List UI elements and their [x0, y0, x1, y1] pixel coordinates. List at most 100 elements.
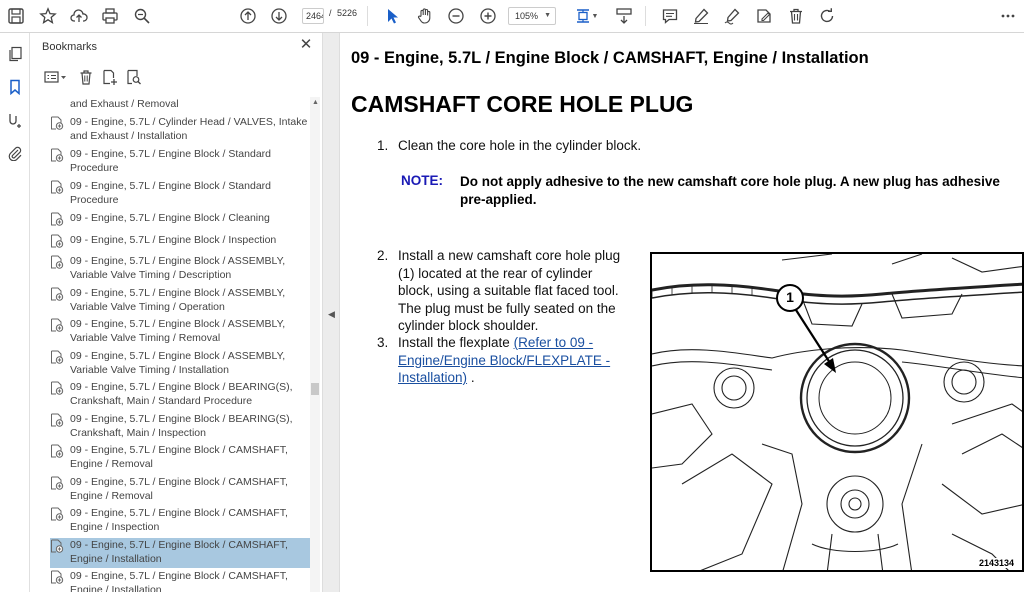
- bookmark-item[interactable]: 09 - Engine, 5.7L / Engine Block / CAMSH…: [50, 538, 310, 568]
- paperclip-icon[interactable]: [4, 142, 26, 164]
- bookmark-item[interactable]: 09 - Engine, 5.7L / Engine Block / CAMSH…: [50, 569, 310, 592]
- camshaft-plug-illustration: 1 2143134: [650, 252, 1024, 572]
- bookmark-page-icon: [50, 287, 64, 301]
- scrollbar-thumb[interactable]: [311, 383, 319, 395]
- highlight-pen-icon[interactable]: [690, 5, 712, 27]
- bookmark-label: 09 - Engine, 5.7L / Engine Block / Stand…: [70, 180, 271, 206]
- next-page-icon[interactable]: [268, 5, 290, 27]
- bookmark-item[interactable]: 09 - Engine, 5.7L / Engine Block / Stand…: [50, 147, 310, 177]
- cloud-upload-icon[interactable]: [68, 5, 90, 27]
- bookmark-label: 09 - Engine, 5.7L / Engine Block / ASSEM…: [70, 318, 286, 344]
- hand-tool-icon[interactable]: [414, 5, 436, 27]
- figure-id: 2143134: [976, 558, 1016, 568]
- step-number: 2.: [377, 248, 389, 263]
- close-icon[interactable]: ✕: [298, 37, 314, 53]
- bookmarks-panel: Bookmarks ✕ and Exhaust / Removal 09 - En…: [30, 33, 322, 592]
- attachment-link-icon[interactable]: [4, 109, 26, 131]
- delete-bookmark-icon[interactable]: [76, 67, 96, 87]
- bookmark-label: 09 - Engine, 5.7L / Engine Block / Clean…: [70, 212, 270, 224]
- bookmark-label: 09 - Engine, 5.7L / Engine Block / Inspe…: [70, 234, 277, 246]
- bookmark-page-icon: [50, 234, 64, 248]
- note-text: Do not apply adhesive to the new camshaf…: [460, 174, 1000, 207]
- flexplate-link[interactable]: Engine/Engine Block/FLEXPLATE -: [398, 353, 610, 368]
- bookmark-page-icon: [50, 212, 64, 226]
- fill-sign-icon[interactable]: [753, 5, 775, 27]
- bookmark-item[interactable]: 09 - Engine, 5.7L / Engine Block / ASSEM…: [50, 286, 310, 316]
- step-text: Install the flexplate (Refer to 09 - Eng…: [398, 334, 658, 387]
- print-icon[interactable]: [99, 5, 121, 27]
- step-number: 3.: [377, 335, 389, 350]
- bookmark-page-icon: [50, 148, 64, 162]
- select-cursor-icon[interactable]: [382, 5, 404, 27]
- bookmark-page-icon: [50, 350, 64, 364]
- toolbar-divider: [645, 6, 646, 26]
- bookmark-item[interactable]: 09 - Engine, 5.7L / Engine Block / ASSEM…: [50, 317, 310, 347]
- scroll-mode-icon[interactable]: [613, 5, 635, 27]
- page-thumbnails-icon[interactable]: [4, 43, 26, 65]
- zoom-search-icon[interactable]: [131, 5, 153, 27]
- zoom-in-icon[interactable]: [477, 5, 499, 27]
- bookmark-page-icon: [50, 507, 64, 521]
- bookmark-page-icon: [50, 381, 64, 395]
- bookmark-item[interactable]: and Exhaust / Removal: [50, 97, 310, 111]
- bookmark-icon[interactable]: [4, 76, 26, 98]
- bookmark-item[interactable]: 09 - Engine, 5.7L / Engine Block / CAMSH…: [50, 475, 310, 505]
- bookmark-scrollbar[interactable]: ▲: [310, 97, 320, 592]
- bookmark-item[interactable]: 09 - Engine, 5.7L / Engine Block / ASSEM…: [50, 254, 310, 284]
- comment-icon[interactable]: [659, 5, 681, 27]
- bookmark-page-icon: [50, 318, 64, 332]
- step-text-suffix: .: [470, 370, 475, 385]
- bookmark-label: 09 - Engine, 5.7L / Engine Block / ASSEM…: [70, 350, 286, 376]
- chevron-down-icon: ▼: [544, 12, 551, 19]
- bookmark-item[interactable]: 09 - Engine, 5.7L / Engine Block / Inspe…: [50, 233, 310, 249]
- step-line: Install a new camshaft core hole plug: [398, 248, 621, 263]
- bookmark-item[interactable]: 09 - Engine, 5.7L / Engine Block / BEARI…: [50, 412, 310, 442]
- bookmark-item[interactable]: 09 - Engine, 5.7L / Cylinder Head / VALV…: [50, 115, 310, 145]
- bookmark-item[interactable]: 09 - Engine, 5.7L / Engine Block / CAMSH…: [50, 506, 310, 536]
- star-icon[interactable]: [37, 5, 59, 27]
- bookmark-label: 09 - Engine, 5.7L / Engine Block / CAMSH…: [70, 476, 288, 502]
- step-text: Clean the core hole in the cylinder bloc…: [398, 138, 642, 153]
- step-2: 2. Install a new camshaft core hole plug…: [377, 247, 657, 337]
- page-fit-chevron-icon[interactable]: ▼: [590, 5, 600, 27]
- save-icon[interactable]: [5, 5, 27, 27]
- bookmark-label: 09 - Engine, 5.7L / Engine Block / ASSEM…: [70, 287, 286, 313]
- step-line: block, using a suitable flat faced tool.: [398, 283, 619, 298]
- more-options-icon[interactable]: [997, 5, 1019, 27]
- bookmark-label: and Exhaust / Removal: [70, 98, 179, 110]
- new-bookmark-icon[interactable]: [100, 67, 120, 87]
- panel-collapse-handle[interactable]: ◀: [322, 33, 340, 592]
- zoom-out-icon[interactable]: [445, 5, 467, 27]
- scroll-up-icon[interactable]: ▲: [312, 99, 319, 106]
- step-text-prefix: Install the flexplate: [398, 335, 514, 350]
- bookmark-label: 09 - Engine, 5.7L / Engine Block / CAMSH…: [70, 570, 288, 592]
- main-toolbar: 2464 / 5226 105% ▼ ▼: [0, 0, 1024, 33]
- zoom-level-dropdown[interactable]: 105% ▼: [508, 7, 556, 25]
- previous-page-icon[interactable]: [237, 5, 259, 27]
- bookmark-page-icon: [50, 476, 64, 490]
- bookmark-item[interactable]: 09 - Engine, 5.7L / Engine Block / Clean…: [50, 211, 310, 227]
- flexplate-link[interactable]: Installation): [398, 370, 467, 385]
- bookmark-item[interactable]: 09 - Engine, 5.7L / Engine Block / ASSEM…: [50, 349, 310, 379]
- panel-title: Bookmarks: [42, 41, 98, 53]
- bookmark-item[interactable]: 09 - Engine, 5.7L / Engine Block / BEARI…: [50, 380, 310, 410]
- bookmark-label: 09 - Engine, 5.7L / Engine Block / CAMSH…: [70, 444, 288, 470]
- draw-signature-icon[interactable]: [721, 5, 743, 27]
- flexplate-link[interactable]: (Refer to 09 -: [514, 335, 594, 350]
- callout-number: 1: [786, 289, 794, 305]
- step-text: Install a new camshaft core hole plug (1…: [398, 247, 658, 335]
- bookmark-label: 09 - Engine, 5.7L / Engine Block / Stand…: [70, 148, 271, 174]
- bookmark-page-icon: [50, 539, 64, 553]
- bookmark-options-icon[interactable]: [42, 67, 70, 87]
- step-line: (1) located at the rear of cylinder: [398, 265, 593, 281]
- bookmark-list: and Exhaust / Removal 09 - Engine, 5.7L /…: [30, 97, 310, 592]
- rotate-icon[interactable]: [816, 5, 838, 27]
- bookmark-page-icon: [50, 255, 64, 269]
- bookmark-item[interactable]: 09 - Engine, 5.7L / Engine Block / Stand…: [50, 179, 310, 209]
- find-bookmark-icon[interactable]: [124, 67, 144, 87]
- bookmark-item[interactable]: 09 - Engine, 5.7L / Engine Block / CAMSH…: [50, 443, 310, 473]
- collapse-left-icon: ◀: [328, 309, 335, 319]
- bookmark-label: 09 - Engine, 5.7L / Engine Block / CAMSH…: [70, 507, 288, 533]
- delete-icon[interactable]: [785, 5, 807, 27]
- page-number-input[interactable]: 2464: [302, 8, 324, 24]
